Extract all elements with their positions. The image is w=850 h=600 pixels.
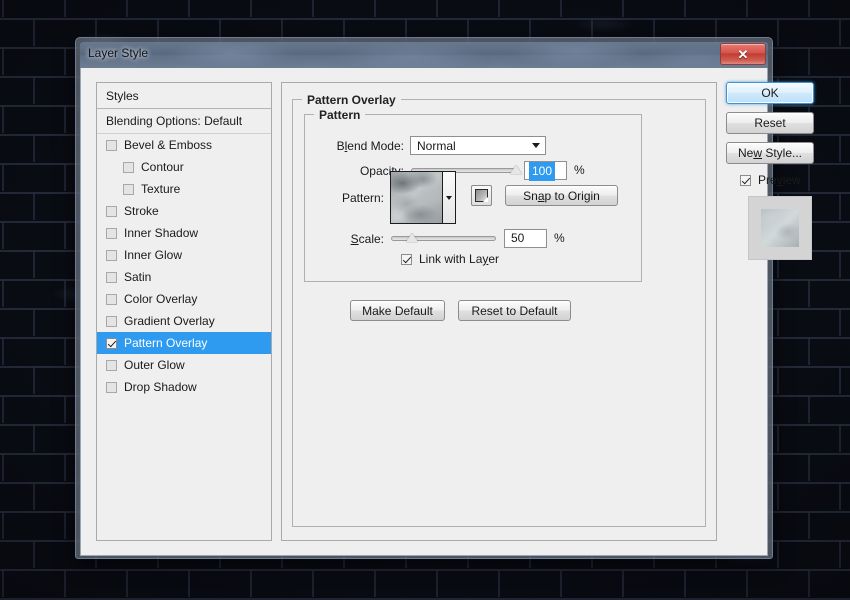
chevron-down-icon [446,195,452,200]
reset-to-default-button[interactable]: Reset to Default [458,300,571,321]
pattern-group: Pattern Blend Mode: Normal Opacity: [304,108,642,282]
pattern-overlay-group: Pattern Overlay Pattern Blend Mode: Norm… [292,93,706,527]
checkbox-icon[interactable] [123,183,134,195]
styles-list-header: Styles [97,83,271,109]
opacity-label: Opacity: [359,164,404,178]
scale-slider-thumb[interactable] [406,233,418,242]
ok-label: OK [761,86,779,100]
effect-label: Inner Shadow [124,226,199,240]
effect-label: Satin [124,270,152,284]
effect-row-gradient-overlay[interactable]: Gradient Overlay [97,310,271,332]
snap-to-origin-label: Snap to Origin [523,188,600,203]
pattern-picker-dropdown[interactable] [443,171,456,224]
link-with-layer-checkbox[interactable]: Link with Layer [401,252,499,266]
effect-row-color-overlay[interactable]: Color Overlay [97,288,271,310]
blend-mode-value: Normal [417,138,456,153]
effect-row-inner-glow[interactable]: Inner Glow [97,244,271,266]
scale-input[interactable]: 50 [504,229,547,248]
checkbox-icon[interactable] [106,359,117,371]
styles-list-panel: Styles Blending Options: Default Bevel &… [96,82,272,541]
pattern-group-label: Pattern [314,108,366,122]
blend-mode-select[interactable]: Normal [410,136,546,155]
reset-to-default-label: Reset to Default [471,303,558,318]
make-default-label: Make Default [362,303,433,318]
effect-label: Pattern Overlay [124,336,208,350]
chevron-down-icon [527,143,545,148]
opacity-value: 100 [529,162,556,181]
opacity-unit: % [574,163,585,177]
checkbox-icon[interactable] [106,227,117,239]
checkbox-icon [401,253,412,265]
checkbox-icon[interactable] [106,337,117,349]
checkbox-icon[interactable] [106,139,117,151]
layer-preview-thumbnail [748,196,812,260]
close-button[interactable]: ✕ [720,43,766,65]
layer-style-dialog: Layer Style ✕ Styles Blending Options: D… [75,37,814,559]
effect-row-texture[interactable]: Texture [97,178,271,200]
ok-button[interactable]: OK [726,82,814,104]
link-with-layer-label: Link with Layer [419,252,500,266]
effect-label: Gradient Overlay [124,314,215,328]
reset-button[interactable]: Reset [726,112,814,134]
scale-value: 50 [511,231,525,245]
new-style-button[interactable]: New Style... [726,142,814,164]
effect-row-satin[interactable]: Satin [97,266,271,288]
checkbox-icon[interactable] [106,249,117,261]
checkbox-icon[interactable] [106,381,117,393]
dialog-titlebar[interactable]: Layer Style ✕ [80,42,768,68]
preview-checkbox[interactable]: Preview [740,173,801,187]
checkbox-icon[interactable] [106,293,117,305]
effect-label: Contour [141,160,184,174]
effect-row-bevel-emboss[interactable]: Bevel & Emboss [97,134,271,156]
opacity-slider-thumb[interactable] [510,165,522,174]
close-icon: ✕ [737,46,749,62]
reset-label: Reset [754,116,786,130]
scale-label: Scale: [350,232,384,246]
effects-list: Bevel & Emboss Contour Texture Stroke Inner … [97,134,271,398]
pattern-overlay-panel: Pattern Overlay Pattern Blend Mode: Norm… [281,82,717,541]
effect-label: Color Overlay [124,292,198,306]
snap-to-origin-button[interactable]: Snap to Origin [505,185,618,206]
make-default-button[interactable]: Make Default [350,300,445,321]
pattern-overlay-group-label: Pattern Overlay [302,93,401,107]
blend-mode-label: Blend Mode: [336,139,404,153]
blending-options-row[interactable]: Blending Options: Default [97,109,271,134]
checkbox-icon[interactable] [106,271,117,283]
effect-row-outer-glow[interactable]: Outer Glow [97,354,271,376]
preview-label: Preview [758,173,801,187]
effect-label: Outer Glow [124,358,185,372]
preview-swatch [761,209,799,247]
effect-row-pattern-overlay[interactable]: Pattern Overlay [97,332,271,354]
checkbox-icon[interactable] [106,205,117,217]
new-pattern-button[interactable] [471,185,492,206]
titlebar-glass-effect [80,42,768,68]
pattern-thumbnail[interactable] [390,171,443,224]
effect-row-inner-shadow[interactable]: Inner Shadow [97,222,271,244]
pattern-label: Pattern: [341,191,384,205]
scale-unit: % [554,231,565,245]
checkbox-icon [740,174,751,186]
new-style-label: New Style... [737,146,803,160]
effect-row-stroke[interactable]: Stroke [97,200,271,222]
window-title: Layer Style [88,46,149,60]
effect-label: Texture [141,182,181,196]
effect-row-contour[interactable]: Contour [97,156,271,178]
checkbox-icon[interactable] [106,315,117,327]
effect-row-drop-shadow[interactable]: Drop Shadow [97,376,271,398]
dialog-client-area: Styles Blending Options: Default Bevel &… [80,68,814,556]
effect-label: Inner Glow [124,248,183,262]
effect-label: Stroke [124,204,159,218]
effect-label: Drop Shadow [124,380,197,394]
checkbox-icon[interactable] [123,161,134,173]
effect-label: Bevel & Emboss [124,138,213,152]
new-pattern-icon [475,189,488,202]
opacity-input[interactable]: 100 [524,161,567,181]
